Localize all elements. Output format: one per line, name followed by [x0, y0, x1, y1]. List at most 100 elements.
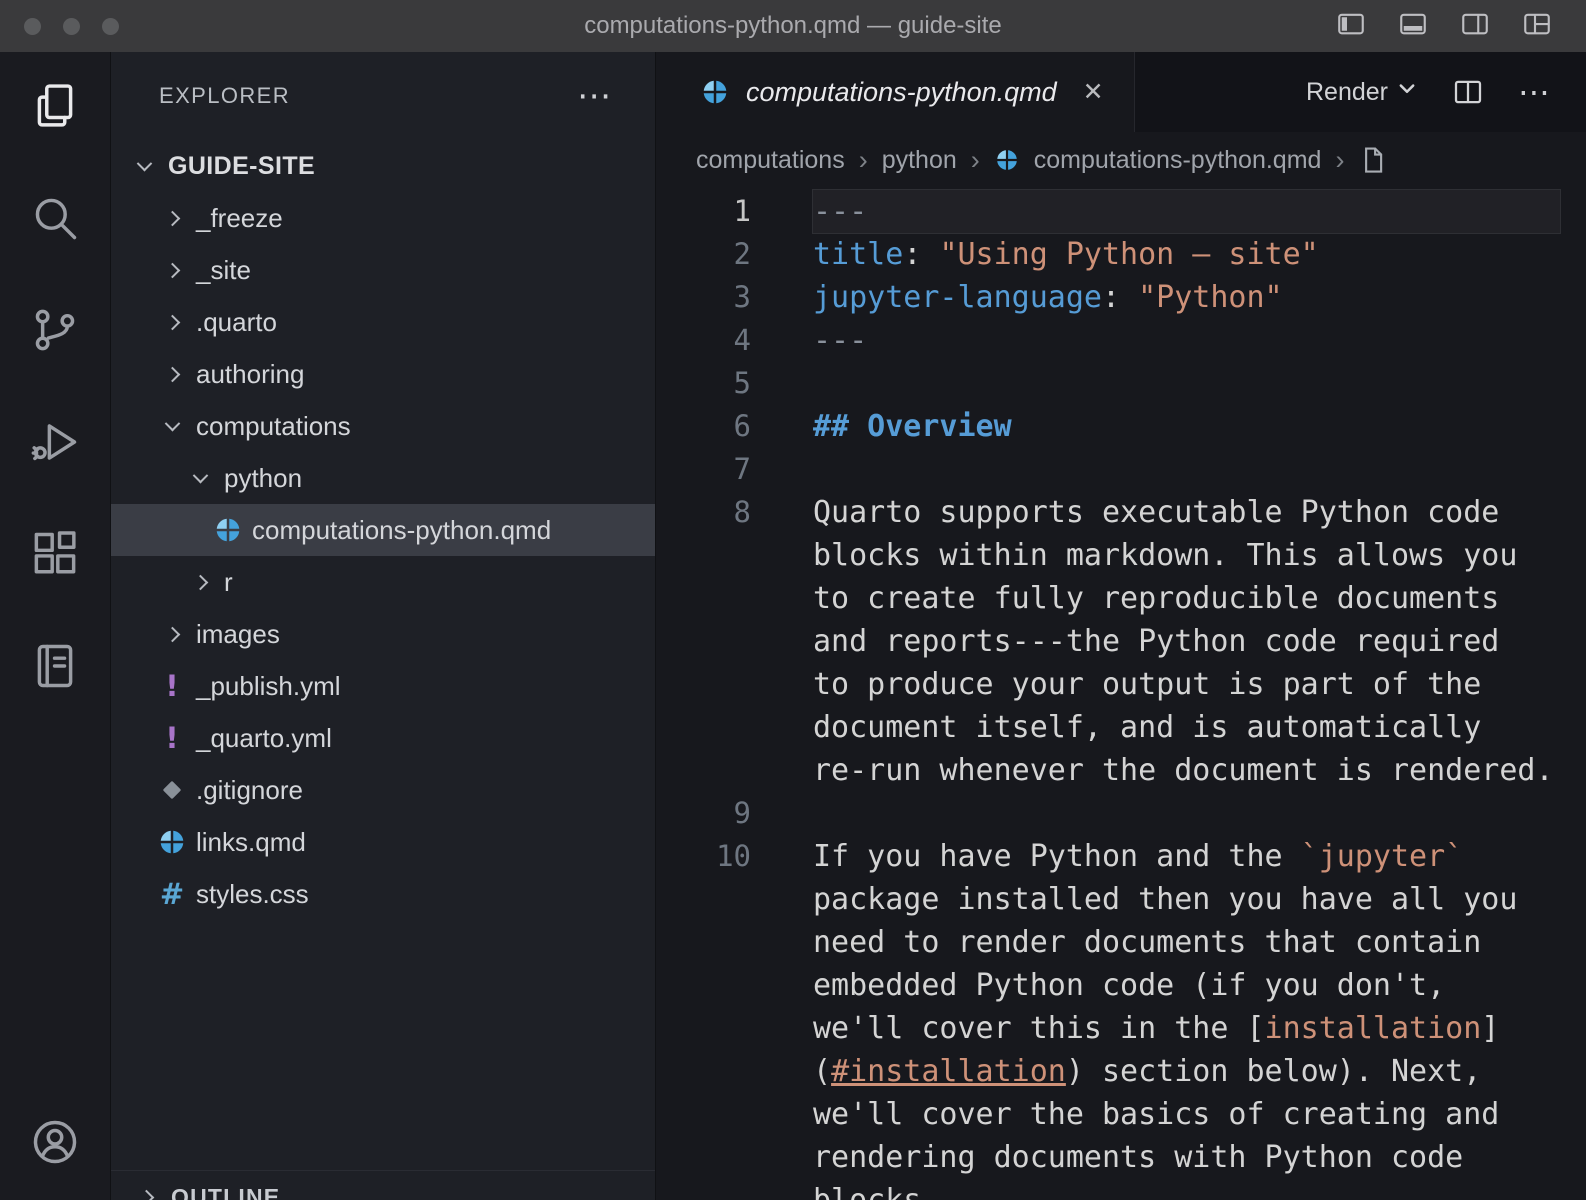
outline-section-header[interactable]: OUTLINE	[111, 1170, 655, 1200]
editor-more-actions-icon[interactable]: ⋯	[1518, 76, 1550, 108]
code-line[interactable]: document itself, and is automatically	[656, 706, 1586, 749]
toggle-secondary-sidebar-icon[interactable]	[1458, 9, 1492, 44]
line-number: 6	[656, 405, 751, 448]
extensions-icon	[29, 528, 81, 585]
tree-item-quarto-yml[interactable]: !_quarto.yml	[111, 712, 655, 764]
vscode-window: computations-python.qmd — guide-site EXP…	[0, 0, 1586, 1200]
activity-run-and-debug-button[interactable]	[0, 388, 110, 500]
line-number	[656, 577, 751, 620]
code-line[interactable]: 5	[656, 362, 1586, 405]
code-line[interactable]: 7	[656, 448, 1586, 491]
outline-label: OUTLINE	[171, 1184, 280, 1200]
close-tab-icon[interactable]: ✕	[1083, 77, 1104, 107]
minimize-window-button[interactable]	[63, 18, 80, 35]
book-icon	[29, 640, 81, 697]
tree-item-freeze[interactable]: _freeze	[111, 192, 655, 244]
split-editor-icon[interactable]	[1452, 76, 1484, 108]
render-button[interactable]: Render	[1306, 78, 1418, 107]
chevron-right-icon	[138, 1190, 154, 1200]
code-text: blocks within markdown. This allows you	[813, 534, 1560, 577]
title-bar: computations-python.qmd — guide-site	[0, 0, 1586, 52]
code-text: we'll cover this in the [installation]	[813, 1007, 1560, 1050]
tree-item-computations[interactable]: computations	[111, 400, 655, 452]
tree-item-label: links.qmd	[196, 827, 306, 858]
tree-item-label: _quarto.yml	[196, 723, 332, 754]
breadcrumb-item[interactable]: computations-python.qmd	[1034, 146, 1322, 175]
tree-item-quarto[interactable]: .quarto	[111, 296, 655, 348]
breadcrumb-separator: ›	[859, 145, 868, 176]
code-line[interactable]: and reports---the Python code required	[656, 620, 1586, 663]
tab-bar: computations-python.qmd ✕ Render ⋯	[656, 52, 1586, 132]
tree-item-python[interactable]: python	[111, 452, 655, 504]
code-line[interactable]: re-run whenever the document is rendered…	[656, 749, 1586, 792]
tree-item-r[interactable]: r	[111, 556, 655, 608]
code-line[interactable]: 9	[656, 792, 1586, 835]
line-number	[656, 1093, 751, 1136]
activity-extensions-button[interactable]	[0, 500, 110, 612]
code-text: need to render documents that contain	[813, 921, 1560, 964]
code-text	[813, 448, 1560, 491]
zoom-window-button[interactable]	[102, 18, 119, 35]
tree-item-guide-site[interactable]: GUIDE-SITE	[111, 140, 655, 192]
tree-item-authoring[interactable]: authoring	[111, 348, 655, 400]
activity-source-control-button[interactable]	[0, 276, 110, 388]
explorer-title: EXPLORER	[159, 83, 290, 109]
activity-bar-bottom	[0, 1088, 110, 1200]
breadcrumb-item[interactable]: computations	[696, 146, 845, 175]
tree-item-site[interactable]: _site	[111, 244, 655, 296]
code-line[interactable]: 1---	[656, 190, 1586, 233]
tab-computations-python-qmd[interactable]: computations-python.qmd ✕	[656, 52, 1135, 132]
tree-item-styles-css[interactable]: #styles.css	[111, 868, 655, 920]
close-window-button[interactable]	[24, 18, 41, 35]
code-editor[interactable]: 1---2title: "Using Python — site"3jupyte…	[656, 188, 1586, 1200]
code-line[interactable]: blocks.	[656, 1179, 1586, 1200]
toggle-primary-sidebar-icon[interactable]	[1334, 9, 1368, 44]
tree-item-publish-yml[interactable]: !_publish.yml	[111, 660, 655, 712]
code-line[interactable]: to produce your output is part of the	[656, 663, 1586, 706]
toggle-panel-icon[interactable]	[1396, 9, 1430, 44]
code-line[interactable]: 4---	[656, 319, 1586, 362]
breadcrumb-item[interactable]: python	[882, 146, 957, 175]
activity-accounts-button[interactable]	[0, 1088, 110, 1200]
code-line[interactable]: we'll cover the basics of creating and	[656, 1093, 1586, 1136]
line-number: 1	[656, 190, 751, 233]
line-number	[656, 749, 751, 792]
code-text: package installed then you have all you	[813, 878, 1560, 921]
code-line[interactable]: 3jupyter-language: "Python"	[656, 276, 1586, 319]
code-text: (#installation) section below). Next,	[813, 1050, 1560, 1093]
tree-item-images[interactable]: images	[111, 608, 655, 660]
activity-search-button[interactable]	[0, 164, 110, 276]
tree-item-label: _site	[196, 255, 251, 286]
activity-explorer-button[interactable]	[0, 52, 110, 164]
code-line[interactable]: 6## Overview	[656, 405, 1586, 448]
editor-actions: Render ⋯	[1306, 52, 1586, 132]
line-number	[656, 706, 751, 749]
code-line[interactable]: to create fully reproducible documents	[656, 577, 1586, 620]
tree-item-links-qmd[interactable]: links.qmd	[111, 816, 655, 868]
code-text: Quarto supports executable Python code	[813, 491, 1560, 534]
code-line[interactable]: (#installation) section below). Next,	[656, 1050, 1586, 1093]
chevron-right-icon	[164, 366, 180, 382]
code-line[interactable]: rendering documents with Python code	[656, 1136, 1586, 1179]
tree-item-gitignore[interactable]: .gitignore	[111, 764, 655, 816]
explorer-more-actions-icon[interactable]: ⋯	[577, 79, 611, 113]
code-line[interactable]: we'll cover this in the [installation]	[656, 1007, 1586, 1050]
code-text: we'll cover the basics of creating and	[813, 1093, 1560, 1136]
code-line[interactable]: 8Quarto supports executable Python code	[656, 491, 1586, 534]
code-line[interactable]: blocks within markdown. This allows you	[656, 534, 1586, 577]
code-line[interactable]: 10If you have Python and the `jupyter`	[656, 835, 1586, 878]
file-tree: GUIDE-SITE _freeze_site.quartoauthoringc…	[111, 140, 655, 920]
code-line[interactable]: need to render documents that contain	[656, 921, 1586, 964]
code-text: embedded Python code (if you don't,	[813, 964, 1560, 1007]
code-line[interactable]: embedded Python code (if you don't,	[656, 964, 1586, 1007]
code-line[interactable]: 2title: "Using Python — site"	[656, 233, 1586, 276]
chevron-right-icon	[164, 314, 180, 330]
code-line[interactable]: package installed then you have all you	[656, 878, 1586, 921]
activity-book-button[interactable]	[0, 612, 110, 724]
code-text	[813, 362, 1560, 405]
layout-controls	[1334, 9, 1586, 44]
source-control-icon	[29, 304, 81, 361]
tree-item-computations-python-qmd[interactable]: computations-python.qmd	[111, 504, 655, 556]
code-text: and reports---the Python code required	[813, 620, 1560, 663]
customize-layout-icon[interactable]	[1520, 9, 1554, 44]
